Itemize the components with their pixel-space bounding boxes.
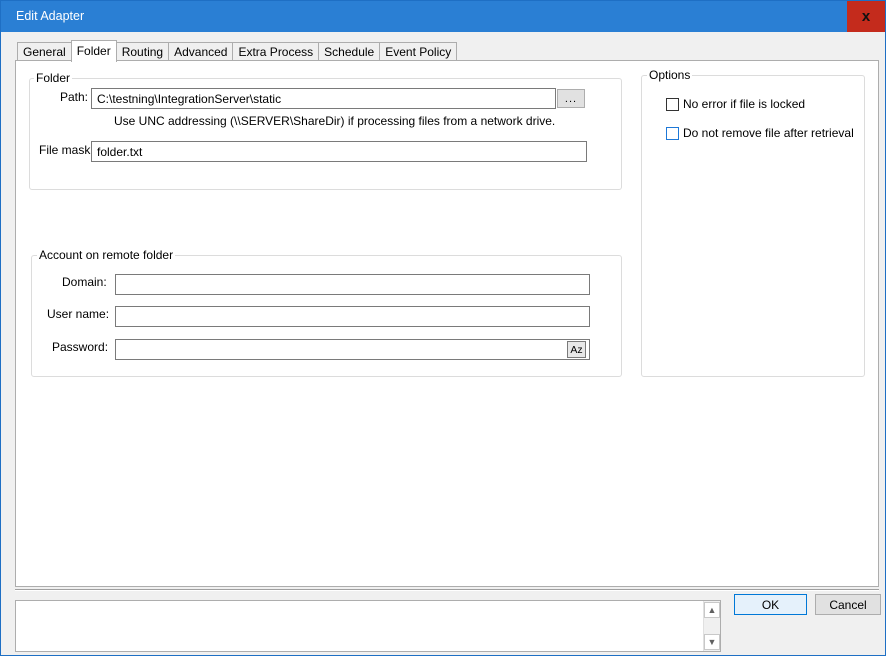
tab-schedule[interactable]: Schedule: [318, 42, 381, 61]
browse-button[interactable]: ...: [557, 89, 585, 108]
close-icon: x: [861, 8, 871, 25]
options-group-legend: Options: [647, 68, 693, 82]
bottom-separator: [15, 589, 879, 591]
unc-hint: Use UNC addressing (\\SERVER\ShareDir) i…: [114, 114, 556, 128]
password-input[interactable]: [115, 339, 590, 360]
tab-advanced[interactable]: Advanced: [168, 42, 234, 61]
path-input[interactable]: [91, 88, 556, 109]
no-error-locked-option[interactable]: No error if file is locked: [666, 97, 805, 111]
no-error-locked-checkbox[interactable]: [666, 97, 679, 111]
chevron-down-icon[interactable]: ▼: [704, 634, 720, 650]
tab-strip: General Folder Routing Advanced Extra Pr…: [17, 40, 458, 62]
no-error-locked-label: No error if file is locked: [683, 97, 806, 111]
close-button[interactable]: x: [847, 1, 885, 32]
chevron-up-icon[interactable]: ▲: [704, 602, 720, 618]
reveal-password-button[interactable]: Az: [567, 341, 586, 358]
file-mask-input[interactable]: [91, 141, 587, 162]
password-label: Password:: [52, 340, 109, 354]
username-input[interactable]: [115, 306, 590, 327]
tab-routing[interactable]: Routing: [115, 42, 170, 61]
tab-general[interactable]: General: [17, 42, 72, 61]
log-scrollbar[interactable]: ▲ ▼: [703, 601, 720, 651]
do-not-remove-option[interactable]: Do not remove file after retrieval: [666, 126, 854, 140]
username-label: User name:: [47, 307, 110, 321]
edit-adapter-window: Edit Adapter x General Folder Routing Ad…: [0, 0, 886, 656]
tab-extra-process[interactable]: Extra Process: [232, 42, 320, 61]
options-group: [641, 75, 865, 377]
cancel-button[interactable]: Cancel: [815, 594, 881, 615]
folder-group-legend: Folder: [34, 71, 73, 85]
title-bar[interactable]: Edit Adapter x: [1, 1, 885, 32]
path-label: Path:: [60, 90, 89, 104]
tab-folder[interactable]: Folder: [70, 40, 117, 62]
folder-tab-panel: Folder Path: ... Use UNC addressing (\\S…: [15, 60, 879, 587]
domain-label: Domain:: [62, 275, 107, 289]
message-log[interactable]: ▲ ▼: [15, 600, 721, 652]
do-not-remove-checkbox[interactable]: [666, 126, 679, 140]
domain-input[interactable]: [115, 274, 590, 295]
do-not-remove-label: Do not remove file after retrieval: [683, 126, 854, 140]
window-title: Edit Adapter: [16, 9, 85, 23]
file-mask-label: File mask:: [39, 143, 94, 157]
account-group-legend: Account on remote folder: [37, 248, 176, 262]
ok-button[interactable]: OK: [734, 594, 807, 615]
tab-event-policy[interactable]: Event Policy: [379, 42, 458, 61]
